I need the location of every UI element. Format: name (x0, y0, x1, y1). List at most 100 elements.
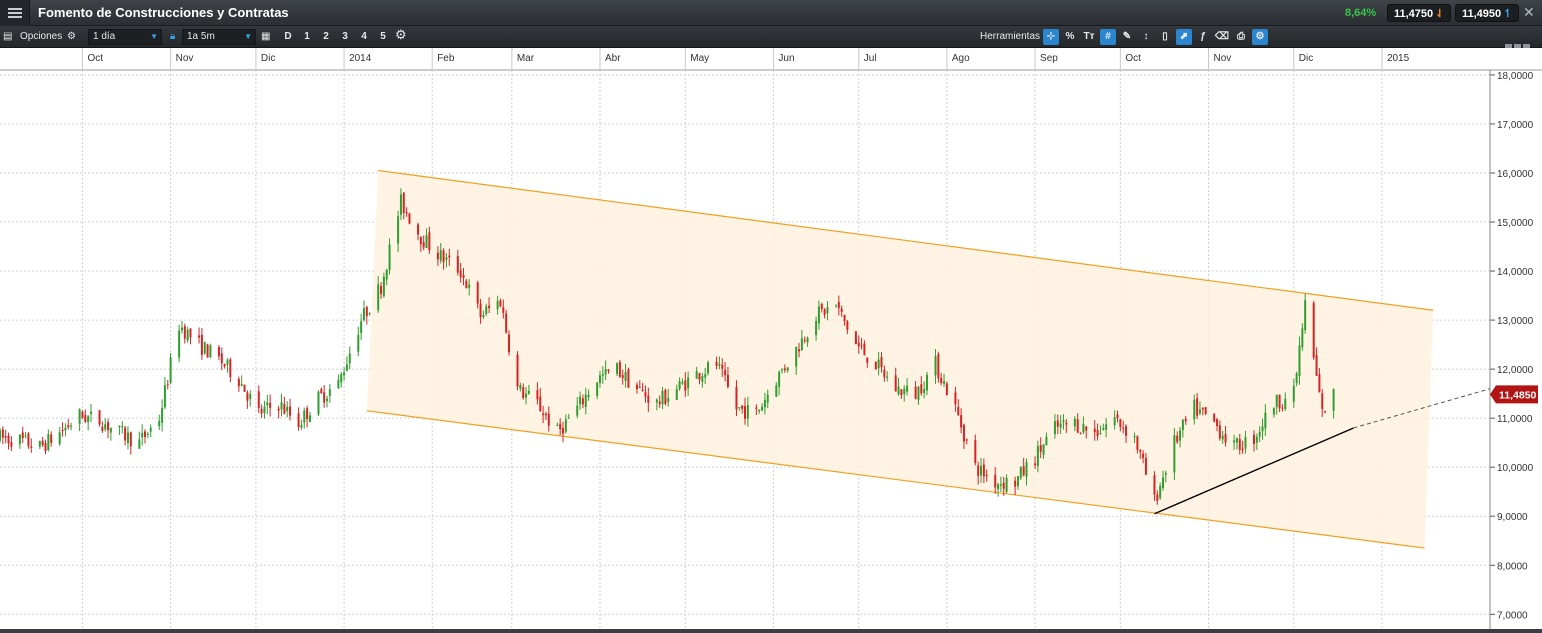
x-tick-label: May (690, 53, 709, 64)
candle-body (109, 427, 112, 433)
range-select[interactable]: 1a 5m ▼ (182, 29, 256, 45)
bar-icon[interactable]: ↕ (1138, 29, 1154, 45)
candle-body (146, 433, 149, 435)
options-icon[interactable]: ▤ (3, 29, 12, 45)
line-chart-icon[interactable]: ⬈ (1176, 29, 1192, 45)
candle-body (1255, 436, 1258, 443)
candle-body (735, 387, 738, 410)
range-button-5[interactable]: 5 (375, 29, 391, 45)
candle-body (1042, 444, 1045, 455)
eraser-icon[interactable]: ⌫ (1214, 29, 1230, 45)
options-label[interactable]: Opciones (20, 29, 62, 45)
text-icon[interactable]: Tт (1081, 29, 1097, 45)
candle-body (209, 345, 212, 358)
candle-body (30, 446, 33, 448)
print-icon[interactable]: ⎙ (1233, 29, 1249, 45)
candle-body (542, 413, 545, 416)
candle-body (141, 432, 144, 438)
options-gear-icon[interactable]: ⚙ (67, 29, 76, 45)
candle-body (1002, 482, 1005, 489)
candle-body (1238, 438, 1241, 450)
candle-body (1102, 428, 1105, 431)
candle-body (269, 402, 272, 408)
candle-body (681, 382, 684, 384)
candle-body (1105, 424, 1108, 430)
candle-body (340, 373, 343, 383)
candle-body (1065, 422, 1068, 425)
candle-body (684, 380, 687, 391)
candle-body (1193, 399, 1196, 420)
candle-body (604, 369, 607, 375)
candle-body (783, 368, 786, 371)
candle-body (129, 432, 132, 447)
range-button-2[interactable]: 2 (318, 29, 334, 45)
grid-icon[interactable]: # (1100, 29, 1116, 45)
candle-body (661, 390, 664, 405)
candle-body (897, 386, 900, 395)
range-button-1[interactable]: 1 (299, 29, 315, 45)
candle-body (707, 362, 710, 374)
range-gear-icon[interactable]: ⚙ (395, 27, 407, 43)
crosshair-icon[interactable]: ⊹ (1043, 29, 1059, 45)
candle-body (1275, 394, 1278, 408)
close-icon[interactable]: ✕ (1523, 4, 1535, 21)
candle-body (559, 423, 562, 430)
y-tick-label: 8,0000 (1497, 561, 1528, 572)
candle-body (1244, 436, 1247, 449)
candle-body (1082, 423, 1085, 433)
candle-body (1321, 393, 1324, 409)
x-tick-label: Nov (176, 53, 194, 64)
bid-price-button[interactable]: 11,4750 ⇃ (1387, 4, 1452, 22)
range-button-d[interactable]: D (280, 29, 296, 45)
candle-body (698, 373, 701, 380)
candle-body (854, 331, 857, 345)
interval-select[interactable]: 1 día ▼ (88, 29, 162, 45)
range-button-4[interactable]: 4 (356, 29, 372, 45)
menu-button[interactable] (0, 0, 30, 26)
candle-body (579, 396, 582, 405)
candle-body (70, 425, 73, 427)
candle-body (360, 321, 363, 333)
candle-body (1301, 328, 1304, 348)
ask-price-button[interactable]: 11,4950 ↿ (1455, 4, 1520, 22)
candle-body (499, 300, 502, 307)
candle-body (999, 484, 1002, 486)
candle-body (405, 212, 408, 214)
candle-body (544, 413, 547, 416)
candle-body (462, 274, 465, 278)
lock-icon[interactable]: 🔒︎ (170, 29, 175, 45)
chart-window: { "window": { "title": "Fomento de Const… (0, 0, 1542, 633)
candle-body (118, 425, 121, 427)
candle-body (638, 387, 641, 389)
candle-body (678, 381, 681, 389)
candle-body (67, 425, 70, 428)
candle-body (1036, 446, 1039, 466)
candle-body (101, 426, 104, 431)
candle-body (7, 435, 10, 444)
chevron-down-icon: ▼ (244, 32, 252, 41)
candle-body (24, 435, 27, 437)
candle-body (283, 403, 286, 414)
candle-body (1261, 426, 1264, 432)
candle-body (1056, 420, 1059, 427)
candle-body (38, 441, 41, 447)
candle-body (58, 432, 61, 444)
calendar-icon[interactable]: ▦ (261, 29, 270, 45)
candle-body (664, 389, 667, 404)
candle-body (357, 334, 360, 352)
candle-icon[interactable]: ▯ (1157, 29, 1173, 45)
candle-body (1315, 355, 1318, 376)
y-tick-label: 14,0000 (1497, 267, 1534, 278)
candle-body (1284, 398, 1287, 409)
candle-body (237, 378, 240, 387)
indicator-icon[interactable]: ƒ (1195, 29, 1211, 45)
candle-body (627, 369, 630, 388)
candle-body (320, 389, 323, 394)
candle-body (1252, 434, 1255, 444)
pencil-icon[interactable]: ✎ (1119, 29, 1135, 45)
candle-body (385, 269, 388, 280)
percent-icon[interactable]: % (1062, 29, 1078, 45)
candle-body (934, 356, 937, 376)
range-button-3[interactable]: 3 (337, 29, 353, 45)
settings-icon[interactable]: ⚙ (1252, 29, 1268, 45)
